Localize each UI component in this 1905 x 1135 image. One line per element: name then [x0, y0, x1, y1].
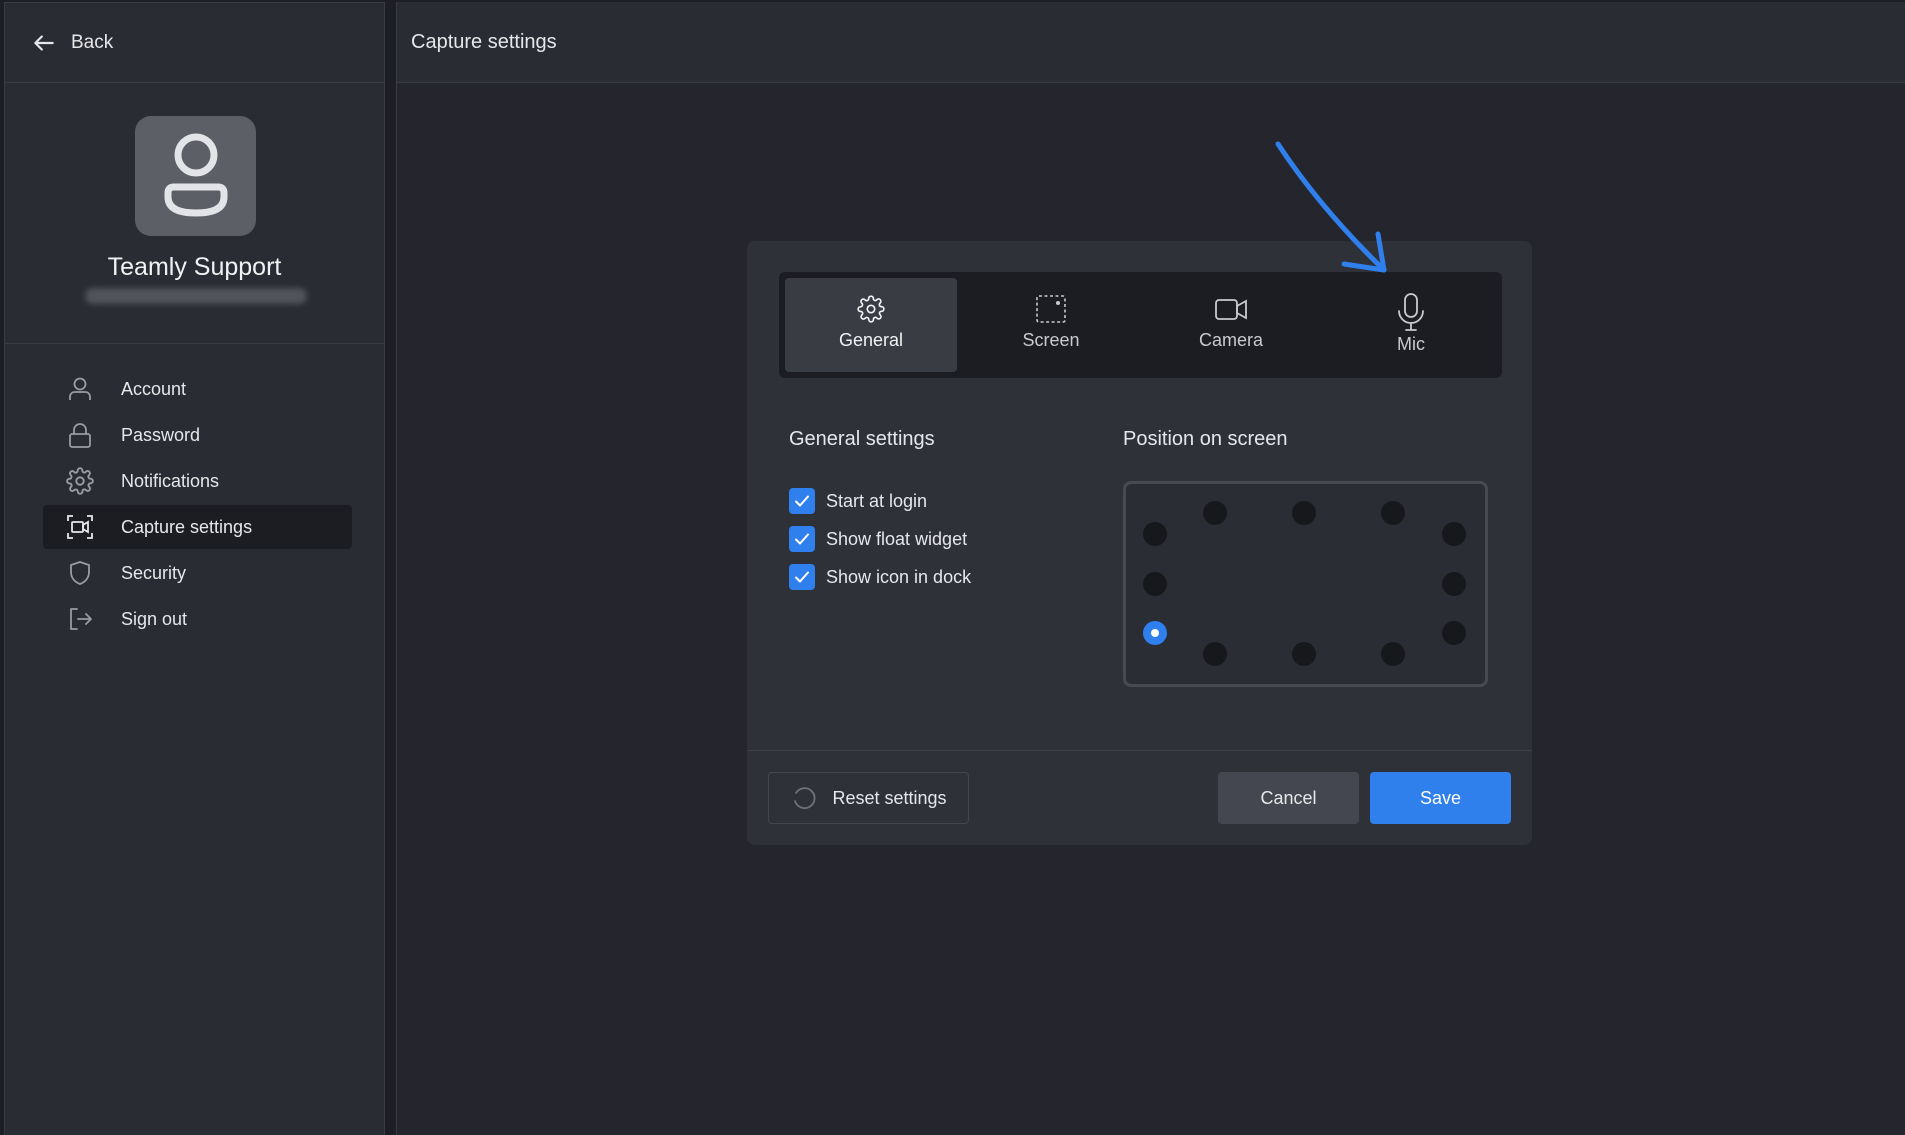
nav-item-sign-out[interactable]: Sign out	[43, 597, 352, 641]
camera-icon	[1214, 292, 1248, 326]
tab-label: Camera	[1198, 330, 1264, 350]
capture-settings-dialog: General Screen Camera Mic General settin…	[747, 241, 1532, 845]
arrow-left-icon	[34, 34, 54, 51]
tab-label: Screen	[1022, 330, 1080, 350]
gear-icon	[65, 466, 95, 496]
settings-nav: Account Password Notifications Capture s…	[43, 367, 352, 643]
page-title: Capture settings	[411, 30, 557, 53]
checkmark-icon	[795, 495, 809, 507]
general-settings-list: Start at login Show float widget Show ic…	[789, 482, 971, 596]
tab-camera[interactable]: Camera	[1145, 278, 1317, 372]
nav-item-account[interactable]: Account	[43, 367, 352, 411]
cancel-button[interactable]: Cancel	[1218, 772, 1359, 824]
settings-tabs: General Screen Camera Mic	[779, 272, 1502, 378]
user-avatar-icon	[164, 133, 227, 217]
position-left-top[interactable]	[1143, 522, 1167, 546]
nav-label: Capture settings	[121, 516, 253, 537]
position-title: Position on screen	[1123, 428, 1288, 450]
nav-label: Notifications	[121, 470, 220, 491]
nav-label: Sign out	[121, 608, 188, 629]
save-button[interactable]: Save	[1370, 772, 1511, 824]
shield-icon	[65, 558, 95, 588]
tab-label: Mic	[1397, 334, 1425, 354]
reset-label: Reset settings	[832, 787, 947, 808]
screen-capture-icon	[1034, 292, 1068, 326]
checkbox-label: Show icon in dock	[826, 566, 972, 587]
profile-email-redacted	[85, 288, 307, 304]
nav-item-capture-settings[interactable]: Capture settings	[43, 505, 352, 549]
tab-general[interactable]: General	[785, 278, 957, 372]
lock-icon	[65, 420, 95, 450]
checkbox-label: Show float widget	[826, 528, 968, 549]
show-float-widget-option[interactable]: Show float widget	[789, 520, 971, 558]
reset-settings-button[interactable]: Reset settings	[768, 772, 969, 824]
footer-divider	[747, 750, 1532, 751]
checkmark-icon	[795, 571, 809, 583]
position-top-center[interactable]	[1292, 501, 1316, 525]
profile-card: Teamly Support	[5, 83, 384, 344]
nav-label: Account	[121, 378, 187, 399]
avatar	[135, 116, 256, 236]
annotation-arrow-icon	[1275, 141, 1387, 273]
tab-screen[interactable]: Screen	[965, 278, 1137, 372]
gear-icon	[857, 292, 885, 326]
sign-out-icon	[65, 604, 95, 634]
position-right-bottom[interactable]	[1442, 621, 1466, 645]
nav-item-security[interactable]: Security	[43, 551, 352, 595]
start-at-login-option[interactable]: Start at login	[789, 482, 971, 520]
position-top-right[interactable]	[1381, 501, 1405, 525]
page-header: Capture settings	[397, 2, 1905, 83]
capture-icon	[65, 512, 95, 542]
user-icon	[65, 374, 95, 404]
position-left-bottom[interactable]	[1143, 621, 1167, 645]
position-bottom-center[interactable]	[1292, 642, 1316, 666]
nav-label: Password	[121, 424, 201, 445]
nav-label: Security	[121, 562, 187, 583]
nav-item-password[interactable]: Password	[43, 413, 352, 457]
position-bottom-right[interactable]	[1381, 642, 1405, 666]
tab-mic[interactable]: Mic	[1325, 278, 1497, 372]
position-right-middle[interactable]	[1442, 572, 1466, 596]
checkbox-label: Start at login	[826, 490, 928, 511]
position-right-top[interactable]	[1442, 522, 1466, 546]
sidebar: Back Teamly Support Account Password Not…	[4, 2, 385, 1135]
back-label: Back	[71, 31, 114, 53]
back-button[interactable]: Back	[5, 3, 384, 83]
nav-item-notifications[interactable]: Notifications	[43, 459, 352, 503]
position-left-middle[interactable]	[1143, 572, 1167, 596]
position-bottom-left[interactable]	[1203, 642, 1227, 666]
tab-label: General	[838, 330, 904, 350]
position-top-left[interactable]	[1203, 501, 1227, 525]
reset-icon	[794, 787, 816, 810]
position-grid	[1123, 481, 1488, 687]
checkbox[interactable]	[789, 526, 815, 552]
checkbox[interactable]	[789, 488, 815, 514]
general-settings-title: General settings	[789, 428, 935, 450]
checkmark-icon	[795, 533, 809, 545]
microphone-icon	[1394, 292, 1428, 332]
profile-name: Teamly Support	[107, 253, 282, 281]
show-icon-in-dock-option[interactable]: Show icon in dock	[789, 558, 971, 596]
checkbox[interactable]	[789, 564, 815, 590]
